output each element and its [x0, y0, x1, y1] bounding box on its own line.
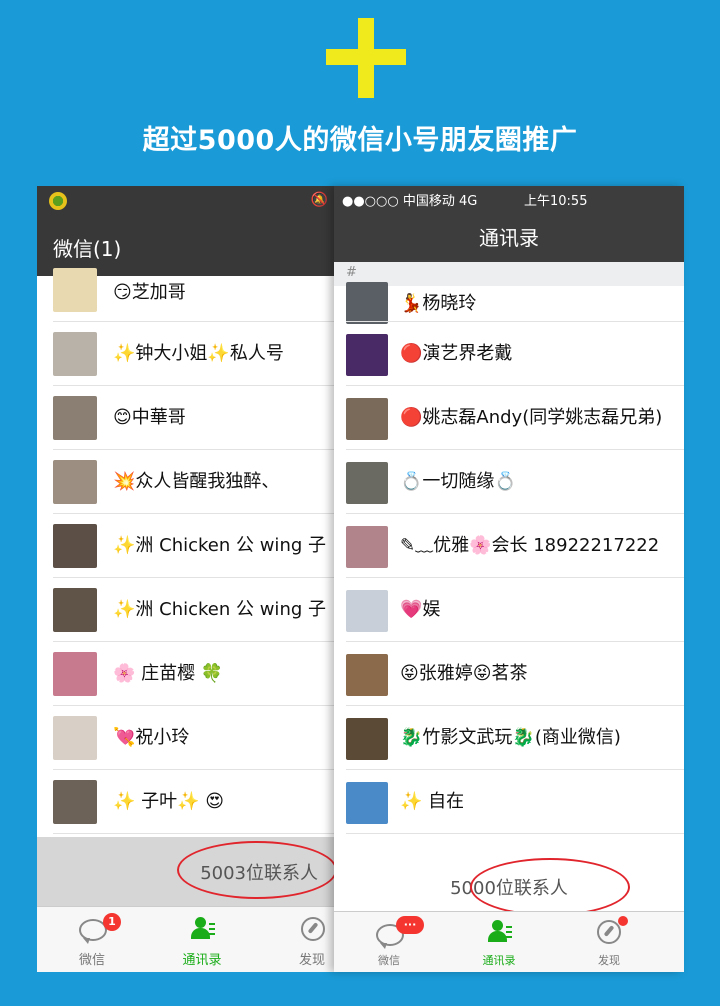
avatar — [346, 398, 388, 440]
avatar — [346, 282, 388, 324]
avatar — [53, 396, 97, 440]
carrier-signal: ●●○○○ 中国移动 4G — [342, 194, 478, 209]
nav-bar: 微信(1) — [37, 216, 334, 276]
contact-row[interactable]: 💘祝小玲 — [37, 706, 334, 770]
left-phone-screenshot: 🔕 微信(1) 😏芝加哥 ✨钟大小姐✨私人号 😊中華哥 💥众人皆醒我独醉、 ✨洲 Chi… — [37, 186, 334, 972]
contact-row[interactable]: ✨ 子叶✨ 😍 — [37, 770, 334, 834]
tab-contacts[interactable]: 通讯录 — [147, 907, 257, 972]
contact-name: 😝张雅婷😝茗茶 — [400, 663, 528, 684]
contact-name: 💘祝小玲 — [113, 727, 190, 748]
avatar — [346, 654, 388, 696]
contact-list[interactable]: 💃杨晓玲 🔴演艺界老戴 🔴姚志磊Andy(同学姚志磊兄弟) 💍一切随缘💍 ✎﹏优雅🌸会长… — [334, 282, 684, 834]
contact-row[interactable]: 😏芝加哥 — [37, 268, 334, 322]
status-bar: ●●○○○ 中国移动 4G 上午10:55 — [334, 186, 684, 210]
contact-row[interactable]: ✨洲 Chicken 公 wing 子 — [37, 578, 334, 642]
contact-name: 🔴姚志磊Andy(同学姚志磊兄弟) — [400, 407, 663, 428]
contact-name: 🐉竹影文武玩🐉(商业微信) — [400, 727, 621, 748]
avatar — [53, 332, 97, 376]
contact-name: ✨洲 Chicken 公 wing 子 — [113, 535, 326, 556]
contact-name: ✎﹏优雅🌸会长 18922217222 — [400, 535, 660, 556]
tab-discover[interactable]: 发现 — [257, 907, 334, 972]
contact-name: ✨ 子叶✨ 😍 — [113, 791, 225, 812]
tab-discover[interactable]: 发现 — [554, 912, 664, 972]
contact-row[interactable]: 💃杨晓玲 — [334, 282, 684, 324]
contacts-icon — [488, 920, 512, 942]
contact-name: 💗娱 — [400, 599, 441, 620]
status-bar: 🔕 — [37, 186, 334, 216]
avatar — [346, 334, 388, 376]
avatar — [346, 462, 388, 504]
contact-row[interactable]: 😝张雅婷😝茗茶 — [334, 642, 684, 706]
contact-row[interactable]: ✨ 自在 — [334, 770, 684, 834]
avatar — [346, 526, 388, 568]
avatar — [53, 268, 97, 312]
contact-name: 💥众人皆醒我独醉、 — [113, 471, 280, 492]
row-divider — [346, 833, 684, 834]
contact-count-footer: 5003位联系人 — [37, 837, 334, 906]
avatar — [53, 716, 97, 760]
tab-bar: 1 微信 通讯录 发现 — [37, 906, 334, 972]
avatar — [53, 652, 97, 696]
contact-row[interactable]: 🐉竹影文武玩🐉(商业微信) — [334, 706, 684, 770]
contact-name: 💃杨晓玲 — [400, 293, 477, 314]
right-phone-screenshot: ●●○○○ 中国移动 4G 上午10:55 通讯录 # 💃杨晓玲 🔴演艺界老戴 🔴姚… — [334, 186, 684, 972]
tab-bar: ··· 微信 通讯录 发现 — [334, 911, 684, 972]
avatar — [346, 590, 388, 632]
contact-row[interactable]: 🔴演艺界老戴 — [334, 322, 684, 386]
avatar — [346, 718, 388, 760]
contact-name: 🔴演艺界老戴 — [400, 343, 513, 364]
page-title: 通讯录 — [479, 226, 539, 250]
section-header-label: # — [346, 265, 357, 280]
contact-row[interactable]: 🌸 庄苗樱 🍀 — [37, 642, 334, 706]
avatar — [346, 782, 388, 824]
contact-name: 💍一切随缘💍 — [400, 471, 517, 492]
contact-name: ✨ 自在 — [400, 791, 465, 812]
contact-list[interactable]: 😏芝加哥 ✨钟大小姐✨私人号 😊中華哥 💥众人皆醒我独醉、 ✨洲 Chicken 公 w… — [37, 268, 334, 834]
contact-row[interactable]: ✎﹏优雅🌸会长 18922217222 — [334, 514, 684, 578]
mute-icon: 🔕 — [310, 192, 328, 208]
contact-row[interactable]: ✨洲 Chicken 公 wing 子 — [37, 514, 334, 578]
avatar — [53, 780, 97, 824]
contact-name: 😊中華哥 — [113, 407, 186, 428]
compass-icon — [301, 917, 325, 941]
nav-bar: 通讯录 — [334, 210, 684, 262]
tab-label: 微信 — [78, 953, 105, 968]
headline: 超过5000人的微信小号朋友圈推广 — [142, 125, 578, 156]
contact-row[interactable]: 💥众人皆醒我独醉、 — [37, 450, 334, 514]
page-title: 微信(1) — [53, 237, 122, 261]
contact-row[interactable]: 💍一切随缘💍 — [334, 450, 684, 514]
contact-row[interactable]: 🔴姚志磊Andy(同学姚志磊兄弟) — [334, 386, 684, 450]
contact-name: 😏芝加哥 — [113, 282, 186, 303]
contacts-icon — [191, 917, 215, 939]
unread-badge: ··· — [396, 916, 424, 934]
tab-label: 发现 — [298, 953, 325, 968]
tab-label: 通讯录 — [182, 953, 222, 968]
highlight-oval — [177, 841, 334, 899]
status-time: 上午10:55 — [524, 194, 588, 209]
contact-row[interactable]: 😊中華哥 — [37, 386, 334, 450]
plus-icon — [326, 18, 406, 98]
notification-dot — [618, 916, 628, 926]
highlight-oval — [470, 858, 630, 916]
contact-name: ✨钟大小姐✨私人号 — [113, 343, 284, 364]
contact-name: ✨洲 Chicken 公 wing 子 — [113, 599, 326, 620]
avatar — [53, 460, 97, 504]
avatar — [53, 588, 97, 632]
tab-label: 通讯录 — [482, 954, 516, 967]
contact-row[interactable]: ✨钟大小姐✨私人号 — [37, 322, 334, 386]
contact-row[interactable]: 💗娱 — [334, 578, 684, 642]
app-logo-icon — [49, 192, 67, 210]
row-divider — [53, 833, 334, 834]
tab-chats[interactable]: ··· 微信 — [334, 912, 444, 972]
tab-chats[interactable]: 1 微信 — [37, 907, 147, 972]
tab-label: 微信 — [378, 954, 400, 967]
unread-badge: 1 — [103, 913, 121, 931]
contact-name: 🌸 庄苗樱 🍀 — [113, 663, 224, 684]
tab-contacts[interactable]: 通讯录 — [444, 912, 554, 972]
avatar — [53, 524, 97, 568]
tab-label: 发现 — [598, 954, 620, 967]
compass-icon — [597, 920, 621, 944]
